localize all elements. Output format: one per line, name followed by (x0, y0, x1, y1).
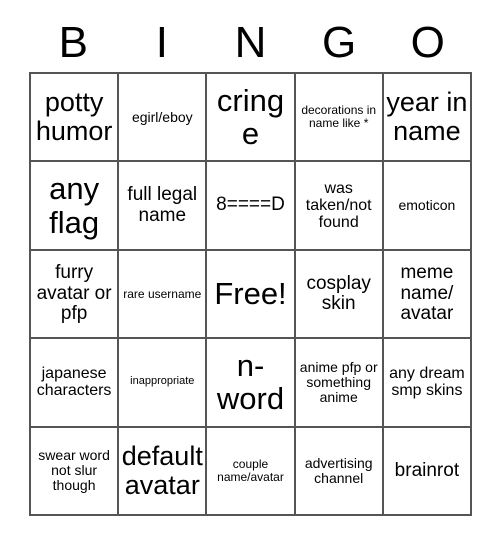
bingo-cell[interactable]: japanese characters (31, 339, 120, 428)
bingo-cell-label: decorations in name like * (301, 103, 377, 131)
bingo-cell[interactable]: default avatar (119, 427, 208, 516)
bingo-cell[interactable]: couple name/avatar (207, 427, 296, 516)
bingo-header-letter-g: G (321, 18, 357, 67)
bingo-cell-label: was taken/not found (305, 179, 372, 232)
bingo-cell-label: full legal name (127, 184, 198, 226)
bingo-cell[interactable]: furry avatar or pfp (31, 250, 120, 340)
bingo-cell[interactable]: brainrot (383, 427, 472, 516)
bingo-cell-label: swear word not slur though (38, 447, 110, 494)
bingo-cell[interactable]: swear word not slur though (31, 427, 120, 516)
bingo-cell-label: egirl/eboy (131, 108, 193, 125)
bingo-cell[interactable]: year in name (383, 74, 472, 163)
bingo-cell-label: any flag (49, 171, 100, 240)
bingo-cell[interactable]: 8====D (207, 162, 296, 251)
bingo-cell[interactable]: egirl/eboy (119, 74, 208, 163)
bingo-cell-label: advertising channel (304, 454, 373, 486)
bingo-cell[interactable]: was taken/not found (295, 162, 384, 251)
bingo-cell[interactable]: anime pfp or something anime (295, 339, 384, 428)
bingo-cell-label: inappropriate (130, 375, 195, 388)
bingo-cell-label: couple name/avatar (217, 456, 284, 484)
bingo-cell-label: furry avatar or pfp (36, 262, 112, 325)
bingo-cell[interactable]: rare username (119, 250, 208, 340)
bingo-header-letter-o: O (410, 18, 445, 67)
bingo-cell-label: year in name (386, 87, 468, 147)
bingo-cell-label: cringe (216, 83, 285, 152)
bingo-cell[interactable]: potty humor (31, 74, 120, 163)
bingo-cell[interactable]: any dream smp skins (383, 339, 472, 428)
bingo-grid: potty humor egirl/eboy cringe decorations i… (29, 72, 472, 516)
bingo-cell-label: meme name/ avatar (400, 262, 454, 325)
bingo-cell-label: default avatar (121, 440, 203, 500)
bingo-cell-label: n-word (216, 348, 285, 417)
bingo-cell-label: cosplay skin (306, 272, 371, 314)
bingo-cell-label: rare username (123, 286, 202, 301)
bingo-cell-label: japanese characters (36, 365, 112, 400)
bingo-cell[interactable]: meme name/ avatar (383, 250, 472, 340)
bingo-cell[interactable]: Free! (207, 250, 296, 340)
bingo-cell[interactable]: inappropriate (119, 339, 208, 428)
bingo-cell[interactable]: cosplay skin (295, 250, 384, 340)
bingo-cell-label: 8====D (216, 194, 285, 216)
bingo-header-row: B I N G O (29, 14, 472, 72)
bingo-cell-label: emoticon (398, 197, 456, 214)
bingo-cell[interactable]: n-word (207, 339, 296, 428)
bingo-cell[interactable]: decorations in name like * (295, 74, 384, 163)
bingo-cell-label: brainrot (394, 459, 460, 481)
bingo-cell[interactable]: advertising channel (295, 427, 384, 516)
bingo-cell-label: any dream smp skins (389, 365, 465, 400)
bingo-cell-label: Free! (214, 276, 287, 312)
bingo-header-letter-n: N (234, 18, 267, 67)
bingo-cell[interactable]: full legal name (119, 162, 208, 251)
bingo-card: B I N G O potty humor egirl/eboy cringe dec… (29, 14, 472, 516)
bingo-cell[interactable]: any flag (31, 162, 120, 251)
bingo-header-letter-i: I (155, 18, 168, 67)
bingo-cell-label: potty humor (35, 87, 113, 147)
bingo-cell[interactable]: emoticon (383, 162, 472, 251)
bingo-cell-label: anime pfp or something anime (299, 358, 378, 405)
bingo-header-letter-b: B (58, 18, 88, 67)
bingo-cell[interactable]: cringe (207, 74, 296, 163)
